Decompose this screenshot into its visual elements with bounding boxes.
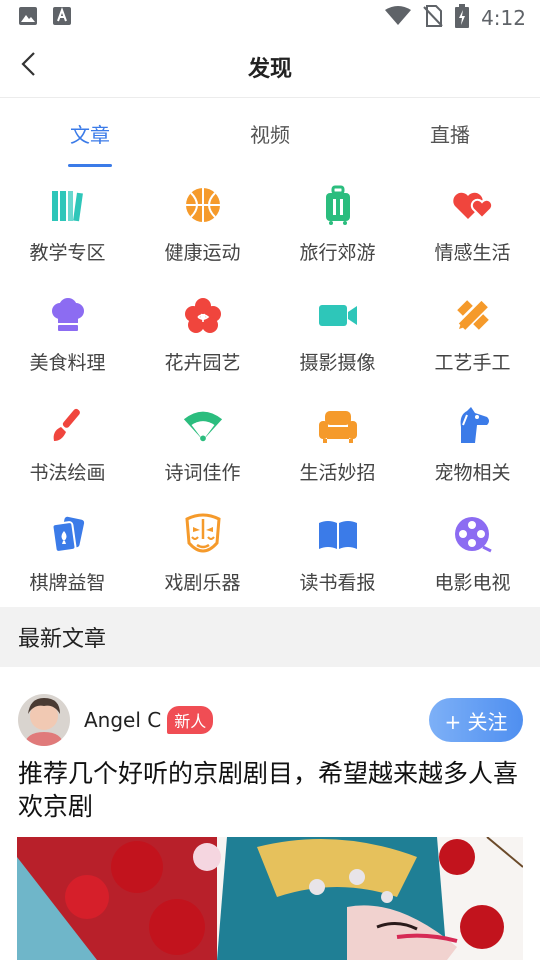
category-label: 工艺手工 — [434, 352, 511, 374]
a-font-icon — [52, 6, 72, 30]
category-photography[interactable]: 摄影摄像 — [270, 282, 405, 392]
new-user-badge: 新人 — [167, 706, 214, 734]
no-sim-icon — [423, 5, 443, 31]
basketball-icon — [182, 184, 224, 226]
category-label: 棋牌益智 — [29, 572, 106, 594]
suitcase-icon — [317, 184, 359, 226]
sofa-icon — [317, 404, 359, 446]
back-button[interactable] — [10, 48, 46, 84]
cards-icon — [47, 514, 89, 556]
books-icon — [47, 184, 89, 226]
wifi-icon — [385, 6, 412, 30]
follow-button[interactable]: + 关注 — [429, 698, 523, 742]
category-emotion[interactable]: 情感生活 — [405, 172, 540, 282]
category-label: 读书看报 — [299, 572, 376, 594]
category-label: 花卉园艺 — [164, 352, 241, 374]
navigation-header: 发现 — [0, 36, 540, 98]
pencil-ruler-icon — [452, 294, 494, 336]
fan-icon — [182, 404, 224, 446]
category-label: 情感生活 — [434, 242, 511, 264]
category-label: 教学专区 — [29, 242, 106, 264]
category-label: 戏剧乐器 — [164, 572, 241, 594]
category-food[interactable]: 美食料理 — [0, 282, 135, 392]
author-row: Angel C 新人 + 关注 — [18, 694, 523, 746]
category-opera[interactable]: 戏剧乐器 — [135, 502, 270, 612]
chevron-left-icon — [20, 51, 36, 81]
category-label: 生活妙招 — [299, 462, 376, 484]
author-name[interactable]: Angel C — [84, 708, 161, 732]
tab-label: 视频 — [250, 122, 290, 147]
tab-bar: 文章 视频 直播 — [0, 99, 540, 167]
status-bar: 4:12 — [0, 0, 540, 36]
category-movies[interactable]: 电影电视 — [405, 502, 540, 612]
category-reading[interactable]: 读书看报 — [270, 502, 405, 612]
section-header-latest: 最新文章 — [0, 607, 540, 667]
film-reel-icon — [452, 514, 494, 556]
page-title: 发现 — [247, 56, 292, 82]
battery-charging-icon — [455, 4, 470, 32]
category-label: 美食料理 — [29, 352, 106, 374]
flower-icon — [182, 294, 224, 336]
article-card[interactable]: Angel C 新人 + 关注 推荐几个好听的京剧剧目，希望越来越多人喜欢京剧 — [0, 667, 540, 960]
category-health[interactable]: 健康运动 — [135, 172, 270, 282]
category-label: 宠物相关 — [434, 462, 511, 484]
tab-label: 直播 — [430, 122, 470, 147]
category-crafts[interactable]: 工艺手工 — [405, 282, 540, 392]
hearts-icon — [452, 184, 494, 226]
category-label: 旅行郊游 — [299, 242, 376, 264]
tab-articles[interactable]: 文章 — [0, 99, 180, 167]
category-calligraphy[interactable]: 书法绘画 — [0, 392, 135, 502]
chef-hat-icon — [47, 294, 89, 336]
tab-videos[interactable]: 视频 — [180, 99, 360, 167]
tab-label: 文章 — [70, 122, 110, 147]
paintbrush-icon — [47, 404, 89, 446]
tab-live[interactable]: 直播 — [360, 99, 540, 167]
article-image[interactable] — [17, 837, 523, 960]
category-chess-cards[interactable]: 棋牌益智 — [0, 502, 135, 612]
article-title[interactable]: 推荐几个好听的京剧剧目，希望越来越多人喜欢京剧 — [18, 757, 523, 823]
category-life-tips[interactable]: 生活妙招 — [270, 392, 405, 502]
category-travel[interactable]: 旅行郊游 — [270, 172, 405, 282]
category-label: 摄影摄像 — [299, 352, 376, 374]
status-time: 4:12 — [481, 6, 526, 30]
category-label: 诗词佳作 — [164, 462, 241, 484]
video-camera-icon — [317, 294, 359, 336]
category-grid: 教学专区 健康运动 旅行郊游 情感生活 美食料理 花卉园艺 摄影摄像 工艺手工 … — [0, 172, 540, 612]
avatar[interactable] — [18, 694, 70, 746]
category-label: 书法绘画 — [29, 462, 106, 484]
category-poetry[interactable]: 诗词佳作 — [135, 392, 270, 502]
category-flowers[interactable]: 花卉园艺 — [135, 282, 270, 392]
category-label: 电影电视 — [434, 572, 511, 594]
category-label: 健康运动 — [164, 242, 241, 264]
active-tab-indicator — [68, 164, 112, 167]
category-pets[interactable]: 宠物相关 — [405, 392, 540, 502]
open-book-icon — [317, 514, 359, 556]
image-icon — [18, 6, 38, 30]
opera-mask-icon — [182, 513, 224, 556]
category-teaching[interactable]: 教学专区 — [0, 172, 135, 282]
dog-icon — [452, 404, 494, 446]
